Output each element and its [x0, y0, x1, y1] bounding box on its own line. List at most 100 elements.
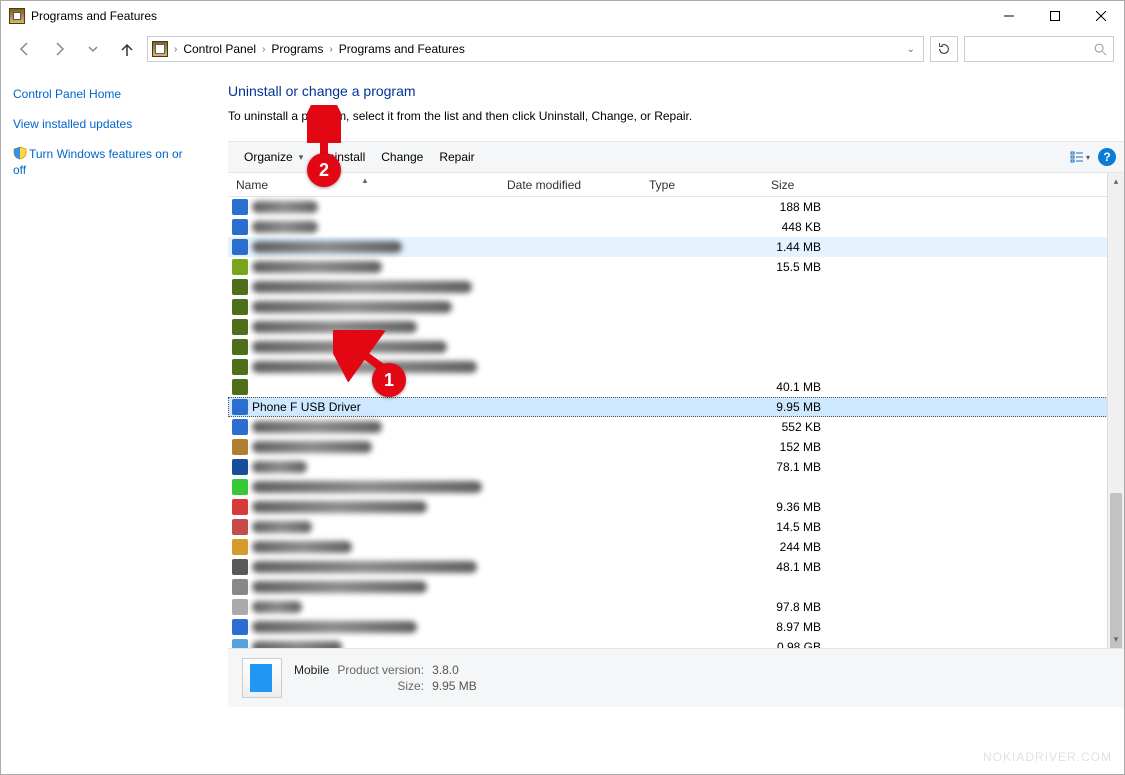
address-dropdown-icon[interactable]: ⌄ — [903, 44, 919, 55]
sidebar-item-label: Turn Windows features on or off — [13, 147, 183, 177]
redacted-program-name — [252, 501, 427, 513]
recent-button[interactable] — [79, 35, 107, 63]
program-icon — [232, 399, 248, 415]
breadcrumb[interactable]: Programs — [269, 42, 325, 56]
table-row[interactable]: 552 KB — [228, 417, 1124, 437]
scroll-thumb[interactable] — [1110, 493, 1122, 649]
program-thumbnail-icon — [242, 658, 282, 698]
change-button[interactable]: Change — [373, 146, 431, 168]
program-size: 1.44 MB — [752, 240, 827, 254]
table-row[interactable]: 1.44 MB — [228, 237, 1124, 257]
program-size: 188 MB — [752, 200, 827, 214]
program-icon — [232, 239, 248, 255]
table-row[interactable]: 15.5 MB — [228, 257, 1124, 277]
organize-button[interactable]: Organize — [236, 146, 311, 168]
table-row[interactable] — [228, 297, 1124, 317]
details-size-label: Size: — [337, 679, 424, 693]
redacted-program-name — [252, 241, 402, 253]
table-row[interactable]: 152 MB — [228, 437, 1124, 457]
program-icon — [232, 359, 248, 375]
column-header-type[interactable]: Type — [642, 178, 764, 192]
forward-button[interactable] — [45, 35, 73, 63]
sidebar-link-home[interactable]: Control Panel Home — [13, 87, 194, 103]
vertical-scrollbar[interactable]: ▴ ▾ — [1107, 173, 1124, 648]
table-row[interactable] — [228, 577, 1124, 597]
address-bar[interactable]: › Control Panel › Programs › Programs an… — [147, 36, 924, 62]
list-header: Name▲ Date modified Type Size — [228, 173, 1124, 197]
help-button[interactable]: ? — [1098, 148, 1116, 166]
table-row[interactable]: 78.1 MB — [228, 457, 1124, 477]
program-icon — [232, 639, 248, 649]
close-button[interactable] — [1078, 1, 1124, 31]
breadcrumb[interactable]: Control Panel — [181, 42, 258, 56]
program-icon — [232, 259, 248, 275]
table-row[interactable]: 40.1 MB — [228, 377, 1124, 397]
back-button[interactable] — [11, 35, 39, 63]
details-size-value: 9.95 MB — [432, 679, 477, 693]
search-input[interactable] — [964, 36, 1114, 62]
program-size: 48.1 MB — [752, 560, 827, 574]
uninstall-button[interactable]: Uninstall — [311, 146, 373, 168]
maximize-button[interactable] — [1032, 1, 1078, 31]
program-size: 8.97 MB — [752, 620, 827, 634]
program-size: 9.36 MB — [752, 500, 827, 514]
redacted-program-name — [252, 361, 477, 373]
refresh-button[interactable] — [930, 36, 958, 62]
repair-button[interactable]: Repair — [431, 146, 482, 168]
sort-asc-icon: ▲ — [361, 176, 369, 185]
table-row[interactable] — [228, 477, 1124, 497]
column-header-date[interactable]: Date modified — [500, 178, 642, 192]
redacted-program-name — [252, 421, 382, 433]
program-icon — [232, 599, 248, 615]
details-version-label: Product version: — [337, 663, 424, 677]
window-title: Programs and Features — [31, 9, 986, 23]
table-row[interactable]: 448 KB — [228, 217, 1124, 237]
redacted-program-name — [252, 261, 382, 273]
table-row[interactable]: 14.5 MB — [228, 517, 1124, 537]
page-heading: Uninstall or change a program — [228, 83, 1124, 99]
redacted-program-name — [252, 481, 482, 493]
program-icon — [232, 479, 248, 495]
table-row[interactable] — [228, 317, 1124, 337]
column-header-name[interactable]: Name▲ — [230, 178, 500, 192]
scroll-down-icon[interactable]: ▾ — [1108, 631, 1124, 648]
table-row[interactable]: 0.98 GB — [228, 637, 1124, 649]
program-icon — [232, 559, 248, 575]
table-row[interactable] — [228, 277, 1124, 297]
program-icon — [232, 499, 248, 515]
table-row[interactable]: 48.1 MB — [228, 557, 1124, 577]
page-description: To uninstall a program, select it from t… — [228, 109, 1124, 123]
redacted-program-name — [252, 541, 352, 553]
sidebar-link-updates[interactable]: View installed updates — [13, 117, 194, 133]
redacted-program-name — [252, 581, 427, 593]
program-size: 552 KB — [752, 420, 827, 434]
details-pane: Mobile Product version: 3.8.0 Size: 9.95… — [228, 649, 1124, 707]
table-row[interactable] — [228, 337, 1124, 357]
program-icon — [232, 619, 248, 635]
program-size: 40.1 MB — [752, 380, 827, 394]
table-row[interactable]: 97.8 MB — [228, 597, 1124, 617]
search-icon — [1093, 42, 1107, 56]
sidebar: Control Panel Home View installed update… — [1, 67, 206, 707]
table-row[interactable]: 244 MB — [228, 537, 1124, 557]
program-icon — [232, 199, 248, 215]
table-row[interactable]: 9.36 MB — [228, 497, 1124, 517]
redacted-program-name — [252, 461, 307, 473]
program-icon — [232, 319, 248, 335]
sidebar-link-features[interactable]: Turn Windows features on or off — [13, 146, 194, 178]
table-row[interactable]: 188 MB — [228, 197, 1124, 217]
table-row[interactable]: 8.97 MB — [228, 617, 1124, 637]
program-icon — [232, 439, 248, 455]
view-options-button[interactable] — [1068, 145, 1092, 169]
shield-icon — [13, 146, 27, 160]
up-button[interactable] — [113, 35, 141, 63]
redacted-program-name — [252, 561, 477, 573]
table-row[interactable] — [228, 357, 1124, 377]
program-icon — [232, 279, 248, 295]
scroll-up-icon[interactable]: ▴ — [1108, 173, 1124, 190]
minimize-button[interactable] — [986, 1, 1032, 31]
breadcrumb[interactable]: Programs and Features — [337, 42, 467, 56]
redacted-program-name — [252, 521, 312, 533]
column-header-size[interactable]: Size — [764, 178, 839, 192]
table-row[interactable]: Phone F USB Driver9.95 MB — [228, 397, 1124, 417]
